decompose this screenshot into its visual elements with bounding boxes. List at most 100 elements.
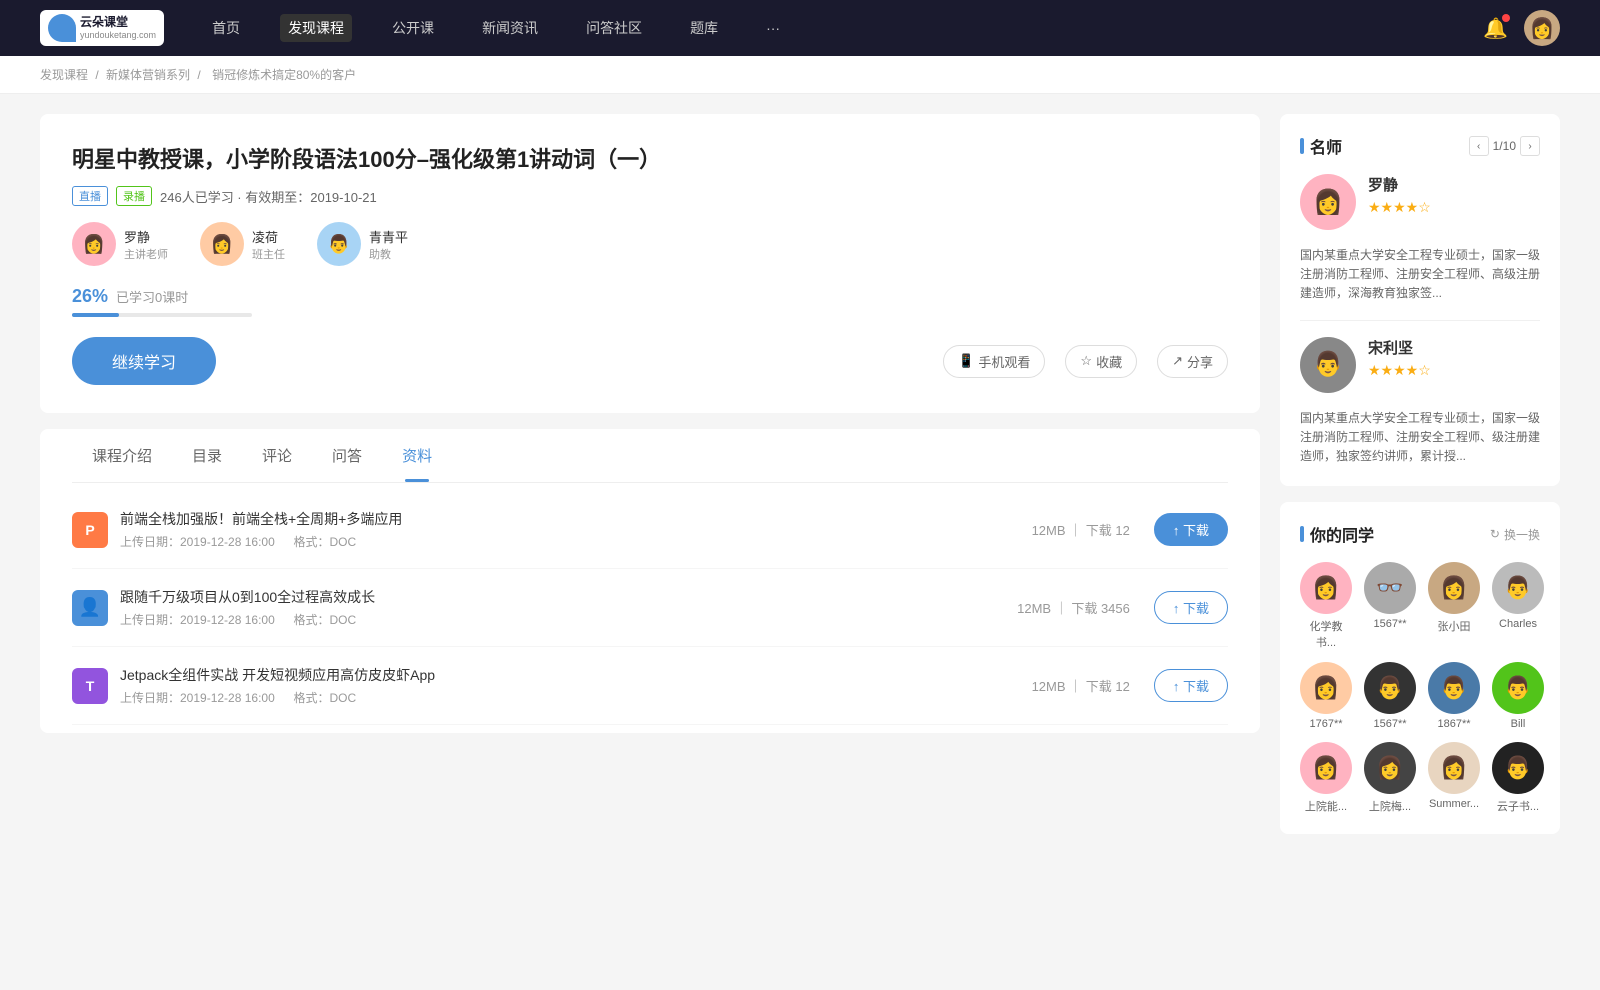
classmate-3[interactable]: 👩 张小田: [1428, 562, 1480, 650]
divider: [1300, 320, 1540, 321]
file-item: P 前端全栈加强版！前端全栈+全周期+多端应用 上传日期：2019-12-28 …: [72, 491, 1228, 569]
nav-news[interactable]: 新闻资讯: [474, 14, 546, 42]
download-button-2[interactable]: ↑ 下载: [1154, 591, 1228, 624]
logo-icon: [48, 14, 76, 42]
sidebar-teacher-2: 👨 宋利坚 ★★★★☆: [1300, 337, 1540, 393]
classmate-1-avatar: 👩: [1300, 562, 1352, 614]
nav-discover[interactable]: 发现课程: [280, 14, 352, 42]
classmate-10[interactable]: 👩 上院梅...: [1364, 742, 1416, 814]
file-meta-1: 上传日期：2019-12-28 16:00 格式：DOC: [120, 533, 1032, 550]
tabs: 课程介绍 目录 评论 问答 资料: [72, 429, 1228, 483]
classmate-11-name: Summer...: [1429, 798, 1479, 810]
classmate-1-name: 化学教书...: [1300, 618, 1352, 650]
tab-qa[interactable]: 问答: [312, 429, 382, 482]
classmates-card: 你的同学 ↻ 换一换 👩 化学教书... 👓 1567** 👩 张小田: [1280, 502, 1560, 834]
teacher-3-avatar: 👨: [317, 222, 361, 266]
file-info-1: 前端全栈加强版！前端全栈+全周期+多端应用 上传日期：2019-12-28 16…: [120, 509, 1032, 550]
file-item: T Jetpack全组件实战 开发短视频应用高仿皮皮虾App 上传日期：2019…: [72, 647, 1228, 725]
teacher-3-role: 助教: [369, 246, 408, 262]
nav-quiz[interactable]: 题库: [682, 14, 726, 42]
nav-items: 首页 发现课程 公开课 新闻资讯 问答社区 题库 ···: [204, 14, 1483, 42]
teacher-2: 👩 凌荷 班主任: [200, 222, 285, 266]
user-avatar[interactable]: 👩: [1524, 10, 1560, 46]
classmate-10-name: 上院梅...: [1369, 798, 1411, 814]
next-page-button[interactable]: ›: [1520, 136, 1540, 156]
progress-label: 已学习0课时: [116, 287, 188, 306]
course-tags: 直播 录播 246人已学习 · 有效期至：2019-10-21: [72, 186, 1228, 206]
tab-materials[interactable]: 资料: [382, 429, 452, 482]
classmate-11[interactable]: 👩 Summer...: [1428, 742, 1480, 814]
teacher-3-name: 青青平: [369, 227, 408, 246]
tabs-section: 课程介绍 目录 评论 问答 资料 P 前端全栈加强版！前端全栈+全周期+多端应用…: [40, 429, 1260, 733]
download-button-3[interactable]: ↑ 下载: [1154, 669, 1228, 702]
classmate-7[interactable]: 👨 1867**: [1428, 662, 1480, 730]
breadcrumb-discover[interactable]: 发现课程: [40, 68, 88, 82]
file-stats-1: 12MB ｜ 下载 12: [1032, 520, 1130, 539]
classmate-6-avatar: 👨: [1364, 662, 1416, 714]
classmate-1[interactable]: 👩 化学教书...: [1300, 562, 1352, 650]
share-button[interactable]: ↗ 分享: [1157, 345, 1228, 378]
classmate-9-avatar: 👩: [1300, 742, 1352, 794]
sidebar-teacher-2-name: 宋利坚: [1368, 337, 1540, 358]
file-item: 👤 跟随千万级项目从0到100全过程高效成长 上传日期：2019-12-28 1…: [72, 569, 1228, 647]
sidebar-teacher-1: 👩 罗静 ★★★★☆: [1300, 174, 1540, 230]
progress-section: 26% 已学习0课时: [72, 286, 1228, 317]
classmate-5[interactable]: 👩 1767**: [1300, 662, 1352, 730]
refresh-button[interactable]: ↻ 换一换: [1490, 526, 1540, 543]
teachers: 👩 罗静 主讲老师 👩 凌荷 班主任 👨 青青平: [72, 222, 1228, 266]
classmate-6-name: 1567**: [1373, 718, 1406, 730]
nav-open[interactable]: 公开课: [384, 14, 442, 42]
bell-button[interactable]: 🔔: [1483, 16, 1508, 41]
collect-button[interactable]: ☆ 收藏: [1065, 345, 1137, 378]
classmate-5-avatar: 👩: [1300, 662, 1352, 714]
file-name-1: 前端全栈加强版！前端全栈+全周期+多端应用: [120, 509, 1032, 529]
classmate-7-avatar: 👨: [1428, 662, 1480, 714]
refresh-icon: ↻: [1490, 527, 1500, 541]
continue-button[interactable]: 继续学习: [72, 337, 216, 385]
file-icon-1: P: [72, 512, 108, 548]
mobile-icon: 📱: [958, 353, 974, 369]
classmate-8-name: Bill: [1511, 718, 1526, 730]
classmate-2-name: 1567**: [1373, 618, 1406, 630]
classmate-2[interactable]: 👓 1567**: [1364, 562, 1416, 650]
tab-review[interactable]: 评论: [242, 429, 312, 482]
sidebar-teacher-2-info: 宋利坚 ★★★★☆: [1368, 337, 1540, 393]
prev-page-button[interactable]: ‹: [1469, 136, 1489, 156]
file-icon-3: T: [72, 668, 108, 704]
classmate-4[interactable]: 👨 Charles: [1492, 562, 1544, 650]
course-actions: 继续学习 📱 手机观看 ☆ 收藏 ↗ 分享: [72, 337, 1228, 385]
sidebar-teacher-2-stars: ★★★★☆: [1368, 362, 1540, 379]
classmate-9[interactable]: 👩 上院能...: [1300, 742, 1352, 814]
classmate-8[interactable]: 👨 Bill: [1492, 662, 1544, 730]
classmate-12[interactable]: 👨 云子书...: [1492, 742, 1544, 814]
nav-more[interactable]: ···: [758, 16, 788, 40]
sidebar-teacher-1-desc: 国内某重点大学安全工程专业硕士，国家一级注册消防工程师、注册安全工程师、高级注册…: [1300, 246, 1540, 304]
classmate-5-name: 1767**: [1309, 718, 1342, 730]
nav-home[interactable]: 首页: [204, 14, 248, 42]
classmate-12-name: 云子书...: [1497, 798, 1539, 814]
logo-sub: yundouketang.com: [80, 30, 156, 40]
logo[interactable]: 云朵课堂 yundouketang.com: [40, 10, 164, 46]
download-button-1[interactable]: ↑ 下载: [1154, 513, 1228, 546]
classmates-title: 你的同学: [1300, 522, 1374, 546]
sidebar-teacher-1-stars: ★★★★☆: [1368, 199, 1540, 216]
share-icon: ↗: [1172, 353, 1183, 369]
tab-catalog[interactable]: 目录: [172, 429, 242, 482]
classmate-6[interactable]: 👨 1567**: [1364, 662, 1416, 730]
progress-percent: 26%: [72, 286, 108, 307]
classmate-7-name: 1867**: [1437, 718, 1470, 730]
classmate-4-name: Charles: [1499, 618, 1537, 630]
star-icon: ☆: [1080, 353, 1092, 369]
breadcrumb-series[interactable]: 新媒体营销系列: [106, 68, 190, 82]
main-layout: 明星中教授课，小学阶段语法100分–强化级第1讲动词（一） 直播 录播 246人…: [0, 94, 1600, 870]
sidebar-teacher-2-desc: 国内某重点大学安全工程专业硕士，国家一级注册消防工程师、注册安全工程师、级注册建…: [1300, 409, 1540, 467]
mobile-watch-button[interactable]: 📱 手机观看: [943, 345, 1045, 378]
file-stats-2: 12MB ｜ 下载 3456: [1017, 598, 1130, 617]
nav-qa[interactable]: 问答社区: [578, 14, 650, 42]
tab-intro[interactable]: 课程介绍: [72, 429, 172, 482]
sidebar-right: 名师 ‹ 1/10 › 👩 罗静 ★★★★☆ 国内某重点大学安全工程专业硕士，国…: [1280, 114, 1560, 850]
tag-record: 录播: [116, 186, 152, 206]
progress-bar-bg: [72, 313, 252, 317]
classmate-3-name: 张小田: [1438, 618, 1471, 634]
classmate-2-avatar: 👓: [1364, 562, 1416, 614]
